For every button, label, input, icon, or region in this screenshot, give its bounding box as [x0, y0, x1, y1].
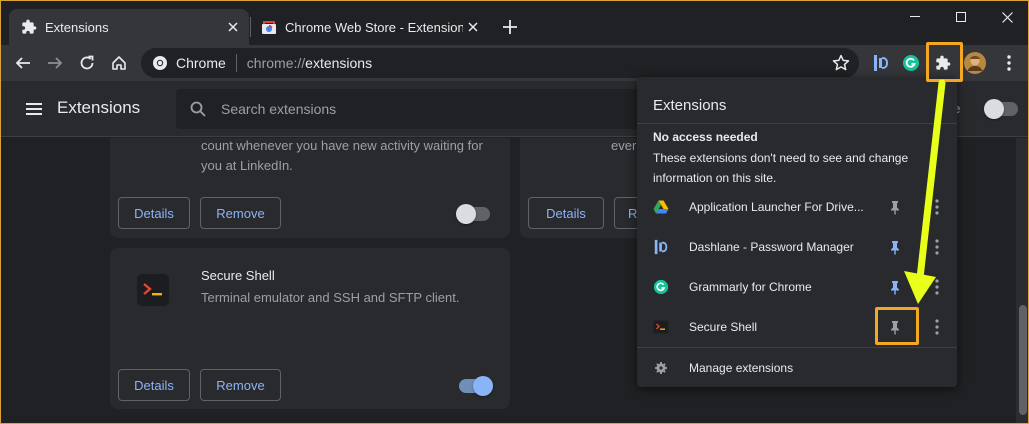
menu-item-dashlane[interactable]: Dashlane - Password Manager: [637, 227, 957, 267]
section-heading: No access needed: [653, 130, 758, 144]
menu-title: Extensions: [653, 97, 727, 114]
tab-title: Chrome Web Store - Extensions: [285, 19, 463, 35]
extension-description-line2: you at LinkedIn.: [201, 158, 293, 173]
close-tab-icon[interactable]: [223, 17, 243, 37]
home-button[interactable]: [105, 49, 133, 77]
page-title: Extensions: [57, 98, 141, 117]
maximize-button[interactable]: [939, 5, 983, 29]
tab-chrome-web-store[interactable]: Chrome Web Store - Extensions: [253, 9, 489, 45]
toggle-knob: [473, 376, 493, 396]
pin-icon[interactable]: [887, 279, 903, 295]
tab-strip: Extensions Chrome Web Store - Extensions: [1, 1, 1028, 45]
menu-item-application-launcher[interactable]: Application Launcher For Drive...: [637, 187, 957, 227]
back-button[interactable]: [9, 49, 37, 77]
extension-description-line1: count whenever you have new activity wai…: [201, 138, 483, 153]
menu-item-label: Secure Shell: [689, 320, 758, 334]
search-box: [176, 89, 656, 129]
chrome-chip: Chrome: [176, 55, 226, 71]
scrollbar[interactable]: [1016, 138, 1028, 423]
extension-card-secure-shell: Secure Shell Terminal emulator and SSH a…: [110, 248, 510, 409]
manage-extensions-label: Manage extensions: [689, 361, 794, 375]
extension-description: ever: [611, 138, 637, 153]
menu-divider: [637, 123, 957, 124]
toggle-knob: [456, 204, 476, 224]
browser-window: Extensions Chrome Web Store - Extensions: [0, 0, 1029, 424]
search-icon: [190, 101, 206, 117]
pin-icon[interactable]: [887, 239, 903, 255]
more-vert-icon[interactable]: [929, 278, 945, 296]
extension-enable-toggle[interactable]: [459, 376, 493, 396]
extensions-button-highlight: [926, 42, 963, 82]
url-scheme: chrome://: [246, 55, 306, 71]
toggle-knob: [984, 99, 1004, 119]
google-drive-icon: [653, 200, 669, 214]
url-path: extensions: [305, 55, 373, 71]
menu-item-label: Application Launcher For Drive...: [689, 200, 864, 214]
secure-shell-icon: [137, 274, 169, 306]
secure-shell-icon: [653, 320, 669, 334]
close-window-button[interactable]: [985, 5, 1028, 29]
more-vert-icon[interactable]: [929, 318, 945, 336]
profile-avatar[interactable]: [961, 49, 989, 77]
manage-extensions-item[interactable]: Manage extensions: [637, 348, 957, 388]
web-store-icon: [261, 19, 277, 35]
grammarly-extension-icon[interactable]: [897, 49, 925, 77]
dashlane-extension-icon[interactable]: [867, 49, 895, 77]
tab-extensions[interactable]: Extensions: [9, 9, 249, 45]
remove-button[interactable]: Remove: [200, 197, 281, 229]
menu-item-label: Dashlane - Password Manager: [689, 240, 854, 254]
minimize-button[interactable]: [893, 5, 937, 29]
tab-title: Extensions: [45, 19, 109, 35]
pin-icon[interactable]: [887, 199, 903, 215]
details-button[interactable]: Details: [118, 197, 190, 229]
hamburger-menu-icon[interactable]: [23, 98, 45, 120]
more-vert-icon[interactable]: [995, 49, 1023, 77]
menu-item-grammarly[interactable]: Grammarly for Chrome: [637, 267, 957, 307]
pin-button-highlight: [875, 307, 919, 345]
remove-button[interactable]: Remove: [200, 369, 281, 401]
gear-icon: [655, 362, 667, 374]
reload-button[interactable]: [73, 49, 101, 77]
extension-name: Secure Shell: [201, 268, 275, 283]
chrome-icon: [153, 56, 167, 70]
close-tab-icon[interactable]: [463, 17, 483, 37]
search-input[interactable]: [221, 101, 621, 117]
extension-description: Terminal emulator and SSH and SFTP clien…: [201, 290, 460, 305]
dashlane-icon: [654, 239, 668, 255]
forward-button[interactable]: [41, 49, 69, 77]
extension-card-linkedin: count whenever you have new activity wai…: [110, 138, 510, 238]
new-tab-button[interactable]: [498, 15, 522, 39]
more-vert-icon[interactable]: [929, 238, 945, 256]
more-vert-icon[interactable]: [929, 198, 945, 216]
section-description: These extensions don't need to see and c…: [653, 151, 909, 185]
scrollbar-thumb[interactable]: [1019, 305, 1027, 415]
omnibox-divider: [235, 54, 237, 72]
toolbar: Chrome chrome://extensions: [1, 45, 1028, 81]
bookmark-star-icon[interactable]: [831, 53, 851, 73]
developer-mode-toggle[interactable]: [984, 99, 1018, 119]
details-button[interactable]: Details: [118, 369, 190, 401]
grammarly-icon: [653, 279, 669, 295]
details-button[interactable]: Details: [528, 197, 604, 229]
tab-divider: [250, 17, 251, 37]
url-text: chrome://extensions: [247, 55, 372, 71]
extension-enable-toggle[interactable]: [456, 204, 490, 224]
menu-item-label: Grammarly for Chrome: [689, 280, 812, 294]
puzzle-icon: [21, 19, 37, 35]
address-bar[interactable]: Chrome chrome://extensions: [141, 48, 859, 78]
